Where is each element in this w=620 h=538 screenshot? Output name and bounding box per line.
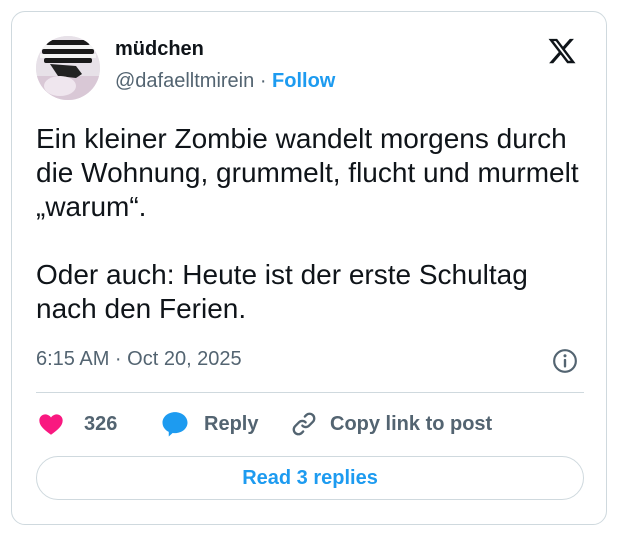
heart-icon [39, 414, 63, 435]
action-bar: 326 Reply Copy link to post [36, 408, 584, 440]
follow-button[interactable]: Follow [272, 70, 335, 92]
read-replies-button[interactable]: Read 3 replies [36, 456, 584, 500]
tweet-paragraph: Oder auch: Heute ist der erste Schultag … [36, 259, 528, 324]
separator-dot: · [259, 70, 267, 92]
author-handle[interactable]: @dafaelltmirein [115, 70, 254, 92]
reply-label: Reply [204, 412, 259, 435]
tweet-paragraph: Ein kleiner Zombie wandelt morgens durch… [36, 123, 579, 222]
like-button[interactable]: 326 [36, 408, 117, 440]
like-count: 326 [84, 412, 118, 435]
author-display-name[interactable]: müdchen [115, 38, 204, 61]
link-icon [292, 412, 316, 436]
reply-bubble-icon [162, 412, 188, 437]
avatar[interactable] [36, 36, 100, 100]
timestamp[interactable]: 6:15 AM · Oct 20, 2025 [36, 348, 242, 371]
copy-link-label: Copy link to post [330, 412, 493, 435]
copy-link-button[interactable]: Copy link to post [290, 408, 492, 440]
tweet-text: Ein kleiner Zombie wandelt morgens durch… [36, 122, 596, 326]
divider [36, 392, 584, 393]
info-icon[interactable] [552, 348, 578, 374]
x-logo-icon[interactable] [546, 36, 578, 66]
avatar-image [36, 36, 100, 100]
reply-button[interactable]: Reply [160, 408, 258, 440]
author-handle-row: @dafaelltmirein · Follow [115, 70, 335, 93]
